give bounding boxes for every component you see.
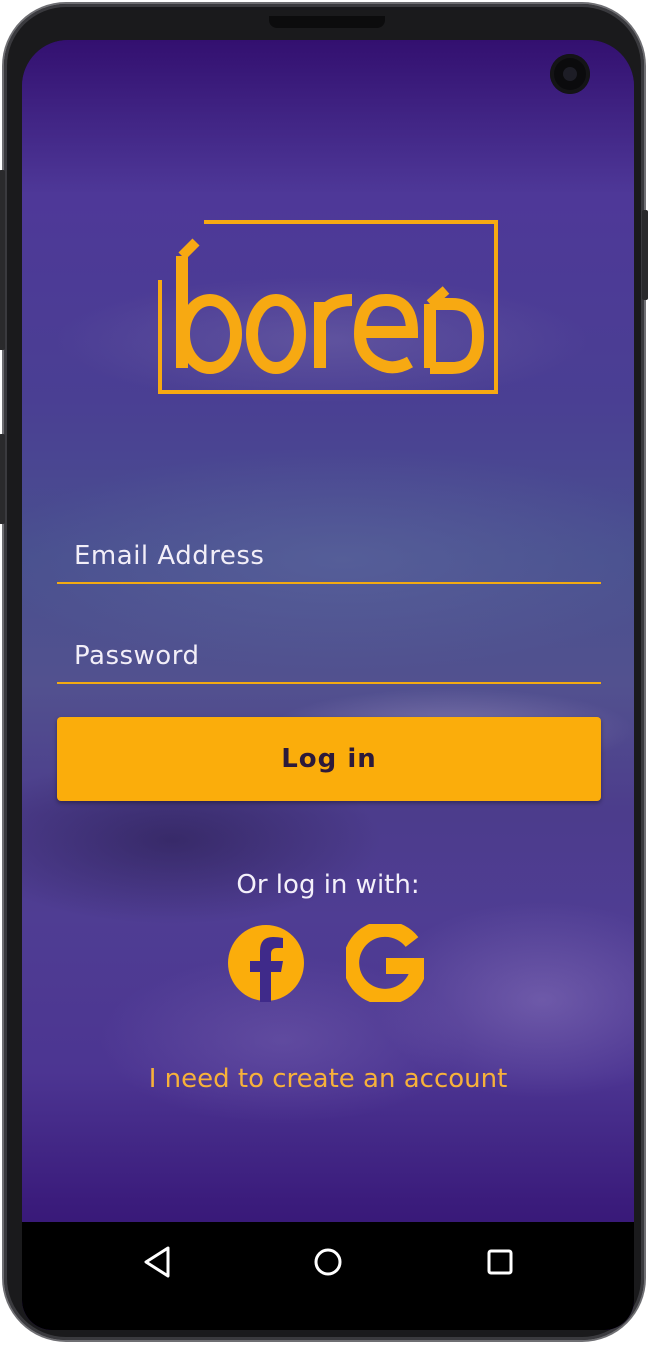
facebook-icon[interactable] <box>227 924 305 1002</box>
volume-button <box>0 170 5 350</box>
circle-home-icon[interactable] <box>306 1240 350 1284</box>
screen: Email Address Password Log in Or log in … <box>22 40 634 1330</box>
front-camera <box>550 54 590 94</box>
password-label: Password <box>74 641 200 671</box>
bored-logo <box>158 220 498 394</box>
google-icon[interactable] <box>346 924 424 1002</box>
earpiece-speaker <box>269 16 385 28</box>
bixby-button <box>0 434 5 524</box>
square-recents-icon[interactable] <box>478 1240 522 1284</box>
power-button <box>642 210 648 300</box>
create-account-link[interactable]: I need to create an account <box>22 1064 634 1094</box>
triangle-back-icon[interactable] <box>136 1240 180 1284</box>
email-label: Email Address <box>74 541 265 571</box>
system-navigation-bar <box>22 1222 634 1330</box>
phone-frame: Email Address Password Log in Or log in … <box>0 4 648 1340</box>
password-field[interactable]: Password <box>57 624 601 684</box>
email-field[interactable]: Email Address <box>57 524 601 584</box>
social-login-prompt: Or log in with: <box>236 870 420 900</box>
login-button-label: Log in <box>281 744 377 774</box>
login-button[interactable]: Log in <box>57 717 601 801</box>
